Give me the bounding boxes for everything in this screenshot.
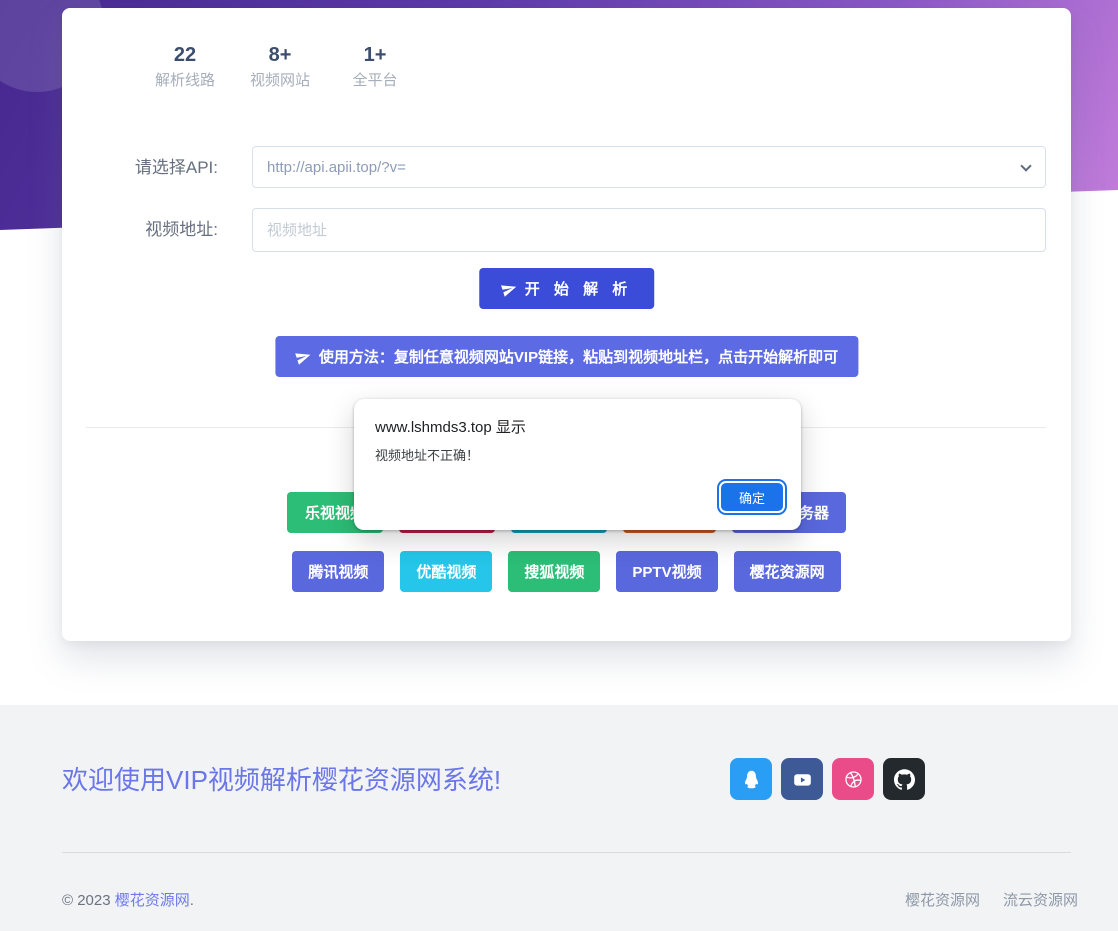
github-icon xyxy=(894,769,915,790)
alert-confirm-button[interactable]: 确定 xyxy=(721,483,783,511)
stat-label: 解析线路 xyxy=(150,70,220,92)
platform-button-tencent[interactable]: 腾讯视频 xyxy=(292,551,384,592)
social-buttons xyxy=(730,758,925,800)
api-form-row: 请选择API: http://api.apii.top/?v= xyxy=(62,146,1071,190)
qq-social-button[interactable] xyxy=(730,758,772,800)
stat-video-sites: 8+ 视频网站 xyxy=(245,42,315,92)
platform-button-sohu[interactable]: 搜狐视频 xyxy=(508,551,600,592)
paper-plane-icon xyxy=(293,346,313,366)
start-parse-label: 开 始 解 析 xyxy=(525,278,633,299)
api-select-label: 请选择API: xyxy=(62,146,218,190)
platform-button-pptv[interactable]: PPTV视频 xyxy=(616,551,717,592)
footer-link-sakura[interactable]: 樱花资源网 xyxy=(905,889,980,910)
platform-row-2: 腾讯视频 优酷视频 搜狐视频 PPTV视频 樱花资源网 xyxy=(62,551,1071,592)
alert-dialog-message: 视频地址不正确！ xyxy=(375,445,479,464)
browser-alert-dialog: www.lshmds3.top 显示 视频地址不正确！ 确定 xyxy=(354,399,801,530)
copyright-prefix: © 2023 xyxy=(62,892,115,909)
usage-instructions-text: 使用方法：复制任意视频网站VIP链接，粘贴到视频地址栏，点击开始解析即可 xyxy=(319,346,838,367)
dribbble-social-button[interactable] xyxy=(832,758,874,800)
alert-dialog-title: www.lshmds3.top 显示 xyxy=(375,416,526,437)
stat-value: 8+ xyxy=(245,42,315,68)
qq-icon xyxy=(741,769,762,790)
footer-divider xyxy=(62,852,1071,853)
youtube-social-button[interactable] xyxy=(781,758,823,800)
stats-row: 22 解析线路 8+ 视频网站 1+ 全平台 xyxy=(150,42,410,92)
dribbble-icon xyxy=(843,769,864,790)
copyright-site-link[interactable]: 樱花资源网 xyxy=(115,892,190,909)
paper-plane-icon xyxy=(499,278,519,298)
stat-value: 22 xyxy=(150,42,220,68)
youtube-icon xyxy=(792,769,813,790)
stat-parse-lines: 22 解析线路 xyxy=(150,42,220,92)
usage-instructions-banner: 使用方法：复制任意视频网站VIP链接，粘贴到视频地址栏，点击开始解析即可 xyxy=(275,336,858,377)
footer-link-liuyun[interactable]: 流云资源网 xyxy=(1003,889,1078,910)
footer-links: 樱花资源网 流云资源网 xyxy=(905,889,1078,910)
platform-button-sakura[interactable]: 樱花资源网 xyxy=(734,551,841,592)
stat-label: 全平台 xyxy=(340,70,410,92)
stat-label: 视频网站 xyxy=(245,70,315,92)
start-parse-button[interactable]: 开 始 解 析 xyxy=(479,268,655,309)
github-social-button[interactable] xyxy=(883,758,925,800)
api-select[interactable]: http://api.apii.top/?v= xyxy=(252,146,1046,188)
platform-button-youku[interactable]: 优酷视频 xyxy=(400,551,492,592)
copyright: © 2023 樱花资源网. xyxy=(62,889,194,910)
copyright-suffix: . xyxy=(190,892,194,909)
footer-welcome-heading: 欢迎使用VIP视频解析樱花资源网系统! xyxy=(62,760,501,797)
stat-value: 1+ xyxy=(340,42,410,68)
video-url-label: 视频地址: xyxy=(62,208,218,252)
video-url-input[interactable] xyxy=(252,208,1046,252)
parser-card: 22 解析线路 8+ 视频网站 1+ 全平台 请选择API: http://ap… xyxy=(62,8,1071,641)
stat-all-platform: 1+ 全平台 xyxy=(340,42,410,92)
video-form-row: 视频地址: xyxy=(62,208,1071,252)
